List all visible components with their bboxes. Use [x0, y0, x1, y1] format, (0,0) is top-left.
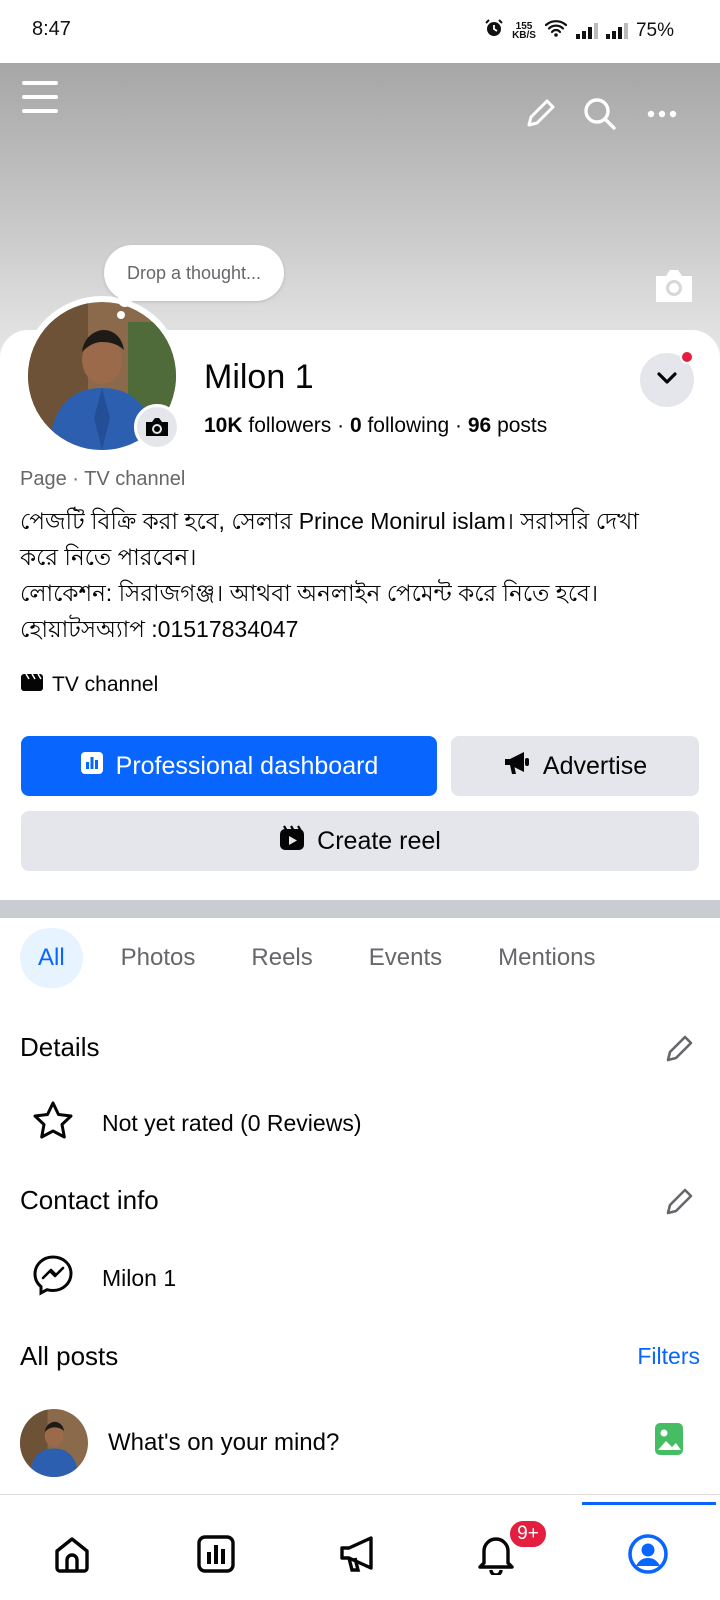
- followers-count: 10K: [204, 414, 243, 437]
- reel-icon: [279, 824, 305, 858]
- contact-info-title: Contact info: [20, 1185, 159, 1215]
- alarm-icon: [484, 18, 504, 44]
- star-icon: [32, 1100, 74, 1146]
- thought-bubble-tail: [118, 293, 132, 307]
- messenger-row[interactable]: Milon 1: [32, 1254, 176, 1302]
- bio-line: পেজটি বিক্রি করা হবে, সেলার Prince Monir…: [20, 508, 639, 534]
- composer-placeholder[interactable]: What's on your mind?: [108, 1429, 339, 1457]
- details-title: Details: [20, 1032, 100, 1062]
- menu-icon[interactable]: [16, 73, 64, 121]
- posts-label: posts: [497, 414, 548, 437]
- stats-separator-2: ·: [455, 414, 463, 437]
- active-tab-indicator: [582, 1502, 716, 1505]
- channel-type: TV channel: [20, 672, 158, 698]
- signal-icon-2: [605, 23, 628, 39]
- thought-bubble-tail-small: [117, 311, 125, 319]
- composer[interactable]: What's on your mind?: [20, 1408, 700, 1478]
- network-speed: 155 KB/S: [512, 22, 536, 41]
- dashboard-icon: [80, 751, 104, 782]
- create-reel-button[interactable]: Create reel: [21, 811, 699, 871]
- all-posts-title: All posts: [20, 1341, 119, 1371]
- search-icon[interactable]: [576, 90, 624, 138]
- megaphone-icon: [503, 750, 531, 783]
- wifi-icon: [544, 18, 568, 44]
- messenger-icon: [32, 1254, 74, 1302]
- posts-count: 96: [467, 414, 492, 437]
- avatar: [20, 1409, 88, 1477]
- chevron-down-icon: [656, 371, 678, 390]
- clapperboard-icon: [20, 672, 44, 698]
- tab-mentions[interactable]: Mentions: [480, 928, 613, 988]
- edit-icon[interactable]: [516, 90, 564, 138]
- professional-dashboard-button[interactable]: Professional dashboard: [21, 736, 437, 796]
- following-label[interactable]: following: [367, 414, 449, 437]
- profile-tabs: All Photos Reels Events Mentions: [20, 928, 628, 988]
- tab-reels[interactable]: Reels: [233, 928, 330, 988]
- edit-details-pencil-icon[interactable]: [664, 1032, 700, 1068]
- bio-line: লোকেশন: সিরাজগঞ্জ। আথবা অনলাইন পেমেন্ট ক…: [20, 580, 599, 606]
- battery-level: 75%: [635, 20, 674, 41]
- filters-link[interactable]: Filters: [637, 1343, 700, 1370]
- stats-separator: ·: [337, 414, 345, 437]
- channel-type-label: TV channel: [52, 673, 159, 696]
- cover-camera-icon[interactable]: [652, 266, 696, 306]
- photo-icon[interactable]: [654, 1422, 684, 1461]
- professional-dashboard-label: Professional dashboard: [115, 751, 379, 780]
- advertise-label: Advertise: [542, 751, 648, 780]
- status-bar: 8:47 155 KB/S 75%: [0, 0, 720, 63]
- profile-nav-icon[interactable]: [624, 1530, 672, 1578]
- tab-events[interactable]: Events: [351, 928, 460, 988]
- megaphone-nav-icon[interactable]: [336, 1530, 384, 1578]
- following-count: 0: [349, 414, 362, 437]
- profile-stats: 10K followers · 0 following · 96 posts: [204, 414, 547, 438]
- thought-bubble[interactable]: Drop a thought...: [104, 245, 284, 301]
- speed-unit: KB/S: [512, 30, 536, 41]
- page-name: Milon 1: [204, 358, 314, 396]
- status-time: 8:47: [32, 18, 71, 40]
- notifications-badge: 9+: [508, 1519, 548, 1549]
- rating-row[interactable]: Not yet rated (0 Reviews): [32, 1100, 361, 1146]
- notification-dot: [680, 350, 694, 364]
- profile-camera-icon[interactable]: [134, 404, 180, 450]
- page-category: Page · TV channel: [20, 468, 186, 490]
- messenger-name: Milon 1: [102, 1264, 177, 1291]
- rating-text: Not yet rated (0 Reviews): [102, 1109, 362, 1136]
- home-icon[interactable]: [48, 1530, 96, 1578]
- followers-label[interactable]: followers: [248, 414, 331, 437]
- bio-line: করে নিতে পারবেন।: [20, 544, 197, 570]
- advertise-button[interactable]: Advertise: [451, 736, 699, 796]
- tab-photos[interactable]: Photos: [103, 928, 214, 988]
- signal-icon: [575, 23, 598, 39]
- section-divider: [0, 900, 720, 918]
- more-icon[interactable]: [638, 90, 686, 138]
- bio-line: হোয়াটসঅ্যাপ :01517834047: [20, 616, 299, 642]
- tab-all[interactable]: All: [20, 928, 83, 988]
- dashboard-nav-icon[interactable]: [192, 1530, 240, 1578]
- create-reel-label: Create reel: [317, 826, 441, 855]
- page-bio: পেজটি বিক্রি করা হবে, সেলার Prince Monir…: [20, 503, 710, 647]
- edit-contact-pencil-icon[interactable]: [664, 1185, 700, 1221]
